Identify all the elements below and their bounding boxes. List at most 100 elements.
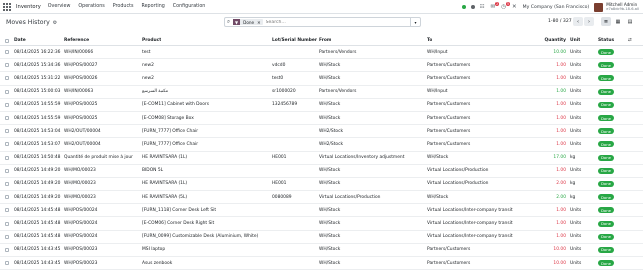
row-checkbox[interactable] [5, 63, 9, 68]
table-row[interactable]: 08/14/2025 14:49:20 WH/MO/00023 HE RAVINTS… [0, 178, 643, 192]
table-row[interactable]: 08/14/2025 14:50:48 Quantité de produit m… [0, 152, 643, 165]
cell-quantity: 1.00 [556, 234, 566, 240]
col-header-quantity[interactable]: Quantity [530, 36, 566, 45]
page-title-text: Moves History [6, 19, 50, 26]
cell-to: Partners/Customers [427, 141, 471, 147]
cell-lot: 0080089 [272, 194, 292, 200]
row-checkbox[interactable] [5, 234, 9, 239]
user-menu[interactable]: Mitchell Admin e7a8dc9b-18-6-all [606, 2, 639, 12]
table-row[interactable]: 08/14/2025 14:45:48 WH/POS/00024 [E-COM06]… [0, 217, 643, 231]
gear-icon[interactable]: ⚙ [53, 20, 57, 26]
row-checkbox[interactable] [5, 89, 9, 94]
search-options-toggle[interactable]: ▾ [410, 18, 420, 26]
table-row[interactable]: 08/14/2025 14:43:45 WH/POS/00023 MSI lapto… [0, 244, 643, 257]
row-checkbox[interactable] [5, 168, 9, 173]
row-checkbox[interactable] [5, 195, 9, 200]
col-header-from[interactable]: From [319, 36, 331, 45]
menu-configuration[interactable]: Configuration [173, 4, 206, 9]
cell-reference: WH/POS/00023 [64, 247, 98, 253]
row-checkbox[interactable] [5, 116, 9, 121]
table-row[interactable]: 08/14/2025 14:55:59 WH/POS/00025 [E-COM08]… [0, 112, 643, 126]
table-row[interactable]: 08/14/2025 14:45:48 WH/POS/00024 [FURN_111… [0, 204, 643, 218]
col-header-unit[interactable]: Unit [570, 36, 580, 45]
menu-reporting[interactable]: Reporting [141, 4, 164, 9]
apps-menu-icon[interactable] [3, 2, 11, 11]
row-checkbox[interactable] [5, 181, 9, 186]
row-checkbox[interactable] [5, 155, 9, 160]
cell-quantity: 1.00 [556, 168, 566, 174]
row-checkbox[interactable] [5, 102, 9, 107]
table-row[interactable]: 08/14/2025 14:43:45 WH/POS/00023 Asus zenb… [0, 257, 643, 271]
status-badge: Done [598, 101, 614, 108]
table-row[interactable]: 08/14/2025 16:22:36 WH/IN/00066 test Partne… [0, 46, 643, 60]
table-row[interactable]: 08/14/2025 15:34:36 WH/POS/00027 new2 vdcd0… [0, 59, 643, 73]
cell-unit: Units [570, 89, 582, 95]
table-row[interactable]: 08/14/2025 14:49:20 WH/MO/00023 HE RAVINTS… [0, 191, 643, 205]
col-header-reference[interactable]: Reference [64, 36, 89, 45]
list-view-button[interactable]: ≣ [601, 17, 611, 26]
row-checkbox[interactable] [5, 247, 9, 252]
menu-overview[interactable]: Overview [48, 4, 71, 9]
table-row[interactable]: 08/14/2025 14:53:07 WH2/OUT/00004 [FURN_77… [0, 138, 643, 152]
avatar[interactable] [594, 2, 604, 12]
col-header-lot[interactable]: Lot/Serial Number [272, 36, 317, 45]
pager-value[interactable]: 1-80 / 327 [548, 19, 572, 24]
col-header-status[interactable]: Status [598, 36, 614, 45]
row-checkbox[interactable] [5, 261, 9, 266]
cell-quantity: 1.00 [556, 141, 566, 147]
row-checkbox[interactable] [5, 142, 9, 147]
row-checkbox[interactable] [5, 76, 9, 81]
cell-product: test [142, 49, 151, 55]
remove-facet-icon[interactable]: ✕ [257, 20, 263, 25]
row-checkbox[interactable] [5, 129, 9, 134]
row-checkbox[interactable] [5, 50, 9, 55]
row-checkbox[interactable] [5, 221, 9, 226]
debug-icon[interactable]: ☷ [480, 4, 485, 10]
col-header-date[interactable]: Date [14, 36, 26, 45]
app-name[interactable]: Inventory [16, 4, 41, 10]
table-row[interactable]: 08/14/2025 14:45:48 WH/POS/00024 [FURN_009… [0, 231, 643, 244]
graph-view-button[interactable]: ▤ [625, 17, 635, 26]
moves-table: Date Reference Product Lot/Serial Number… [0, 36, 643, 271]
cell-product: HE RAVINTSARA (1L) [142, 155, 188, 161]
cell-reference: WH/POS/00024 [64, 234, 98, 240]
cell-quantity: 10.00 [553, 247, 566, 253]
row-checkbox[interactable] [5, 208, 9, 213]
chat-icon[interactable]: ✉ 2 [491, 2, 500, 10]
cell-to: Partners/Customers [427, 102, 471, 108]
cell-reference: WH/POS/00024 [64, 221, 98, 227]
cell-reference: WH/POS/00023 [64, 260, 98, 266]
cell-unit: Units [570, 221, 582, 227]
activity-count-badge: 5 [505, 2, 511, 6]
optional-columns-toggle-icon[interactable]: ⇄ [628, 36, 632, 45]
cell-to: WH/Input [427, 89, 448, 95]
cell-unit: Units [570, 247, 582, 253]
select-all-checkbox[interactable] [5, 38, 9, 43]
status-dot-green-icon[interactable] [461, 5, 466, 9]
table-row[interactable]: 08/14/2025 14:55:59 WH/POS/00025 [E-COM11]… [0, 99, 643, 112]
cell-lot [272, 125, 317, 137]
col-header-to[interactable]: To [427, 36, 432, 45]
cell-unit: Units [570, 141, 582, 147]
status-badge: Done [598, 180, 614, 187]
menu-operations[interactable]: Operations [78, 4, 104, 9]
menu-products[interactable]: Products [113, 4, 134, 9]
pager-previous-button[interactable]: ‹ [573, 17, 583, 26]
table-row[interactable]: 08/14/2025 15:31:22 WH/POS/00026 new2 test0… [0, 72, 643, 86]
tools-icon[interactable]: ✕ [512, 4, 517, 10]
search-icon[interactable]: ⌕ [227, 19, 230, 26]
cell-from: WH/Stock [319, 102, 341, 108]
status-dot-grey-icon[interactable] [470, 5, 475, 9]
table-row[interactable]: 08/14/2025 15:00:03 WH/IN/00063 مكتبة السر… [0, 86, 643, 99]
cell-date: 08/14/2025 14:49:20 [14, 181, 61, 187]
company-switcher[interactable]: My Company (San Francisco) [523, 5, 590, 10]
table-row[interactable]: 08/14/2025 14:49:20 WH/MO/00023 BIDON 5L WH… [0, 165, 643, 178]
cell-product: [FURN_7777] Office Chair [142, 141, 199, 147]
table-row[interactable]: 08/14/2025 14:53:04 WH2/OUT/00004 [FURN_77… [0, 125, 643, 139]
pager-next-button[interactable]: › [584, 17, 594, 26]
search-input[interactable] [265, 19, 410, 25]
cell-lot [272, 231, 317, 243]
activity-clock-icon[interactable]: ◷ 5 [501, 2, 511, 10]
pivot-view-button[interactable]: ▦ [613, 17, 623, 26]
col-header-product[interactable]: Product [142, 36, 161, 45]
